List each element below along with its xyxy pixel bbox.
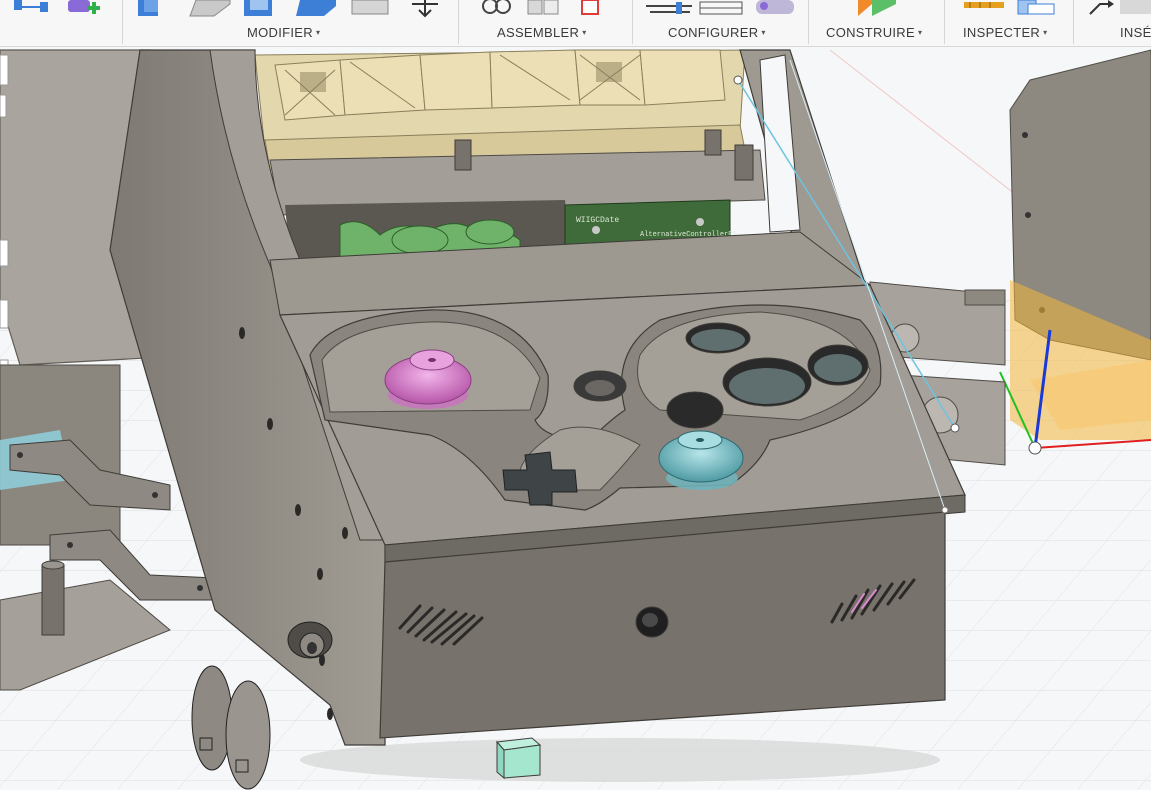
chevron-down-icon: ▾ — [582, 28, 587, 37]
configure-rules-icon[interactable] — [699, 1, 743, 15]
button-hole-b — [666, 391, 724, 429]
menu-modify[interactable]: MODIFIER ▾ — [247, 25, 320, 40]
drive-joints-icon[interactable] — [581, 0, 599, 15]
menu-modify-label: MODIFIER — [247, 25, 313, 40]
chevron-down-icon: ▾ — [1043, 28, 1048, 37]
menu-inspect-label: INSPECTER — [963, 25, 1041, 40]
cad-model-scene[interactable]: WIIGCDate AlternativeControllerP1 — [0, 47, 1151, 790]
chevron-down-icon: ▾ — [761, 28, 766, 37]
sketch-line-icon[interactable] — [14, 0, 48, 12]
combine-icon[interactable] — [351, 0, 389, 15]
menu-construct-label: CONSTRUIRE — [826, 25, 915, 40]
standoff — [734, 144, 754, 181]
configure-table-icon[interactable] — [646, 2, 692, 14]
standoff — [41, 564, 65, 636]
menu-insert[interactable]: INSÉ — [1120, 25, 1151, 40]
measure-icon[interactable] — [964, 2, 1004, 8]
configure-theme-icon[interactable] — [756, 0, 794, 14]
toolbar-separator — [122, 0, 123, 44]
axis-origin[interactable] — [1028, 441, 1042, 455]
toolbar: MODIFIER ▾ ASSEMBLER ▾ CONFIGURER ▾ CONSTRU… — [0, 0, 1151, 47]
menu-configure[interactable]: CONFIGURER ▾ — [668, 25, 766, 40]
rigid-group-icon[interactable] — [527, 0, 559, 15]
press-pull-icon[interactable] — [189, 0, 231, 17]
panel-tab — [0, 54, 9, 86]
chamfer-icon[interactable] — [296, 0, 336, 16]
menu-assemble-label: ASSEMBLER — [497, 25, 580, 40]
menu-configure-label: CONFIGURER — [668, 25, 759, 40]
interference-icon[interactable] — [1017, 0, 1055, 15]
3d-viewport[interactable]: WIIGCDate AlternativeControllerP1 — [0, 47, 1151, 790]
fillet-icon[interactable] — [244, 0, 272, 16]
panel-tab — [0, 94, 7, 118]
shell-icon[interactable] — [138, 0, 158, 16]
menu-construct[interactable]: CONSTRUIRE ▾ — [826, 25, 922, 40]
standoff — [704, 129, 722, 156]
panel-tab — [0, 239, 9, 267]
sketch-point[interactable] — [941, 506, 949, 514]
pcb-label-1: WIIGCDate — [576, 216, 619, 225]
sketch-point[interactable] — [733, 75, 743, 85]
origin-cube[interactable] — [495, 737, 542, 780]
toolbar-separator — [808, 0, 809, 44]
move-icon[interactable] — [412, 0, 438, 18]
menu-inspect[interactable]: INSPECTER ▾ — [963, 25, 1047, 40]
insert-icon[interactable] — [1089, 0, 1151, 15]
toolbar-icon-row — [14, 0, 1151, 18]
construct-plane-icon[interactable] — [858, 0, 896, 16]
standoff — [454, 139, 472, 171]
chevron-down-icon: ▾ — [917, 28, 923, 37]
joint-icon[interactable] — [482, 0, 511, 14]
menu-assemble[interactable]: ASSEMBLER ▾ — [497, 25, 587, 40]
add-component-icon[interactable] — [68, 0, 100, 14]
panel-tab — [0, 299, 9, 329]
right-side-block[interactable] — [1009, 49, 1151, 440]
toolbar-separator — [458, 0, 459, 44]
toolbar-separator — [1073, 0, 1074, 44]
toolbar-separator — [632, 0, 633, 44]
power-switch[interactable] — [287, 621, 333, 659]
sketch-point[interactable] — [950, 423, 960, 433]
menu-insert-label: INSÉ — [1120, 25, 1151, 40]
model-shadow — [300, 738, 940, 782]
toolbar-separator — [944, 0, 945, 44]
chevron-down-icon: ▾ — [315, 28, 321, 37]
